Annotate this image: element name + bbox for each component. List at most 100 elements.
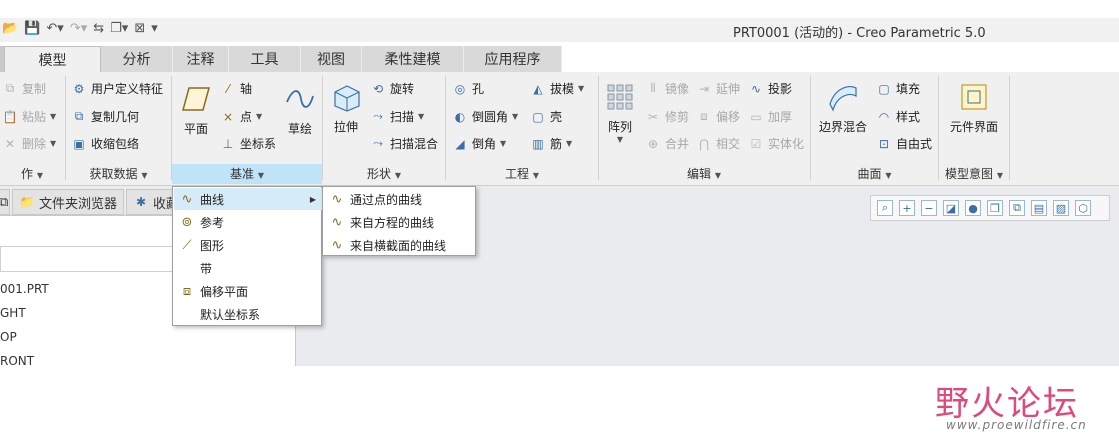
- tab-applications[interactable]: 应用程序: [464, 46, 562, 72]
- appearance-icon[interactable]: ●: [965, 200, 981, 216]
- tab-view[interactable]: 视图: [301, 46, 362, 72]
- redo-icon[interactable]: ↷▾: [70, 21, 87, 36]
- shrinkwrap-button[interactable]: ▣ 收缩包络: [71, 135, 139, 152]
- display-style-icon[interactable]: ❒: [987, 200, 1003, 216]
- pattern-button[interactable]: 阵列 ▼: [604, 80, 636, 144]
- boundary-blend-button[interactable]: 边界混合: [817, 80, 869, 135]
- sweep-button[interactable]: ⤳ 扫描 ▼: [370, 108, 424, 125]
- menu-item-curve[interactable]: ∿ 曲线 ▶: [174, 188, 322, 210]
- copy-geometry-button[interactable]: ⧉ 复制几何: [71, 108, 139, 125]
- regenerate-icon[interactable]: ⇆: [93, 21, 104, 36]
- swept-blend-button[interactable]: ⤳ 扫描混合: [370, 135, 438, 152]
- delete-icon: ✕: [4, 136, 16, 151]
- menu-item-graph[interactable]: ⟋ 图形: [174, 234, 322, 256]
- group-label-get-data[interactable]: 获取数据 ▼: [66, 164, 171, 184]
- menu-item-ribbon[interactable]: 带: [174, 257, 322, 279]
- tab-flexible-modeling[interactable]: 柔性建模: [362, 46, 464, 72]
- tab-tools[interactable]: 工具: [229, 46, 301, 72]
- menu-item-curve-from-cross-section[interactable]: ∿ 来自横截面的曲线: [324, 234, 476, 256]
- favorites-icon: ✱: [135, 195, 147, 209]
- draft-button[interactable]: ◭ 拔模 ▼: [530, 80, 584, 97]
- intersect-button[interactable]: ⋂ 相交: [696, 135, 740, 152]
- project-button[interactable]: ∿ 投影: [748, 80, 792, 97]
- copy-icon: ⧉: [5, 81, 15, 95]
- menu-item-default-csys[interactable]: 默认坐标系: [174, 303, 322, 325]
- rib-icon: ▥: [532, 136, 544, 151]
- plane-button[interactable]: 平面: [178, 82, 214, 137]
- tab-analysis[interactable]: 分析: [101, 46, 173, 72]
- fill-button[interactable]: ▢ 填充: [876, 80, 920, 97]
- copy-geometry-icon: ⧉: [74, 109, 84, 123]
- merge-button[interactable]: ⊕ 合并: [645, 135, 689, 152]
- mirror-button[interactable]: ⫴ 镜像: [645, 80, 689, 97]
- window-title: PRT0001 (活动的) - Creo Parametric 5.0: [733, 26, 986, 41]
- tree-item-part[interactable]: 001.PRT: [0, 282, 49, 296]
- close-window-icon[interactable]: ⊠: [134, 21, 145, 36]
- undo-icon[interactable]: ↶▾: [46, 21, 63, 36]
- menu-item-curve-through-points[interactable]: ∿ 通过点的曲线: [324, 188, 476, 210]
- tab-model[interactable]: 模型: [4, 46, 101, 72]
- coordinate-system-button[interactable]: ⊥ 坐标系: [220, 135, 276, 152]
- point-button[interactable]: × 点 ▼: [220, 108, 262, 125]
- extrude-button[interactable]: 拉伸: [330, 80, 362, 135]
- datum-display-icon[interactable]: ⬡: [1075, 200, 1091, 216]
- tab-folder-browser[interactable]: 📁 文件夹浏览器: [12, 189, 124, 215]
- group-label-surfaces[interactable]: 曲面 ▼: [811, 164, 938, 184]
- view-manager-icon[interactable]: ▤: [1031, 200, 1047, 216]
- extend-button[interactable]: ⇥ 延伸: [696, 80, 740, 97]
- rib-button[interactable]: ▥ 筋 ▼: [530, 135, 572, 152]
- user-defined-feature-button[interactable]: ⚙ 用户定义特征: [71, 80, 163, 97]
- style-button[interactable]: ◠ 样式: [876, 108, 920, 125]
- open-icon[interactable]: 📂: [2, 21, 18, 36]
- paste-button[interactable]: 📋 粘贴 ▼: [2, 108, 57, 125]
- curve-icon: ∿: [181, 191, 193, 207]
- copy-button[interactable]: ⧉ 复制: [2, 80, 46, 97]
- sketch-icon: [283, 82, 317, 116]
- offset-button[interactable]: ⧈ 偏移: [696, 108, 740, 125]
- delete-button[interactable]: ✕ 删除 ▼: [2, 135, 56, 152]
- windows-icon[interactable]: ❐▾: [110, 21, 128, 36]
- zoom-out-icon[interactable]: −: [921, 200, 937, 216]
- tab-model-tree[interactable]: ⧉: [0, 189, 10, 215]
- group-label-engineering[interactable]: 工程 ▼: [446, 164, 598, 184]
- tree-item-right-plane[interactable]: GHT: [0, 306, 26, 320]
- refit-icon[interactable]: ⌕: [877, 200, 893, 216]
- menu-item-reference[interactable]: ⊚ 参考: [174, 211, 322, 233]
- udf-icon: ⚙: [73, 81, 85, 96]
- menu-item-curve-from-equation[interactable]: ∿ 来自方程的曲线: [324, 211, 476, 233]
- group-label-model-intent[interactable]: 模型意图 ▼: [939, 164, 1009, 184]
- repaint-icon[interactable]: ◪: [943, 200, 959, 216]
- saved-orientations-icon[interactable]: ⧉: [1009, 200, 1025, 216]
- freestyle-button[interactable]: ⊡ 自由式: [876, 135, 932, 152]
- group-label-shapes[interactable]: 形状 ▼: [323, 164, 445, 184]
- plane-icon: [179, 82, 213, 116]
- component-interface-button[interactable]: 元件界面: [947, 80, 1001, 135]
- sweep-icon: ⤳: [373, 109, 383, 123]
- thicken-button[interactable]: ▭ 加厚: [748, 108, 792, 125]
- tree-item-top-plane[interactable]: OP: [0, 330, 17, 344]
- shell-icon: ▢: [532, 109, 544, 124]
- group-label-operations[interactable]: 作 ▼: [0, 164, 64, 184]
- group-label-editing[interactable]: 编辑 ▼: [599, 164, 809, 184]
- save-icon[interactable]: 💾: [24, 21, 40, 36]
- revolve-button[interactable]: ⟲ 旋转: [370, 80, 414, 97]
- title-bar: 📂 💾 ↶▾ ↷▾ ⇆ ❐▾ ⊠ ▾ PRT0001 (活动的) - Creo …: [0, 18, 1119, 42]
- menu-item-offset-plane[interactable]: ⧈ 偏移平面: [174, 280, 322, 302]
- ribbon-tabs: 模型 分析 注释 工具 视图 柔性建模 应用程序: [0, 46, 1119, 72]
- axis-button[interactable]: ⁄ 轴: [220, 80, 252, 97]
- trim-button[interactable]: ✂ 修剪: [645, 108, 689, 125]
- solidify-button[interactable]: ☑ 实体化: [748, 135, 804, 152]
- round-button[interactable]: ◐ 倒圆角 ▼: [452, 108, 518, 125]
- merge-icon: ⊕: [647, 136, 659, 151]
- perspective-icon[interactable]: ▨: [1053, 200, 1069, 216]
- graphics-toolbar: ⌕ + − ◪ ● ❒ ⧉ ▤ ▨ ⬡: [870, 195, 1110, 221]
- sketch-button[interactable]: 草绘: [284, 82, 316, 137]
- hole-button[interactable]: ◎ 孔: [452, 80, 484, 97]
- zoom-in-icon[interactable]: +: [899, 200, 915, 216]
- shell-button[interactable]: ▢ 壳: [530, 108, 562, 125]
- chamfer-button[interactable]: ◢ 倒角 ▼: [452, 135, 506, 152]
- chevron-down-icon: ▼: [141, 171, 148, 180]
- group-label-datum[interactable]: 基准 ▼: [172, 164, 322, 184]
- tab-annotate[interactable]: 注释: [173, 46, 229, 72]
- customize-qat-icon[interactable]: ▾: [151, 21, 158, 36]
